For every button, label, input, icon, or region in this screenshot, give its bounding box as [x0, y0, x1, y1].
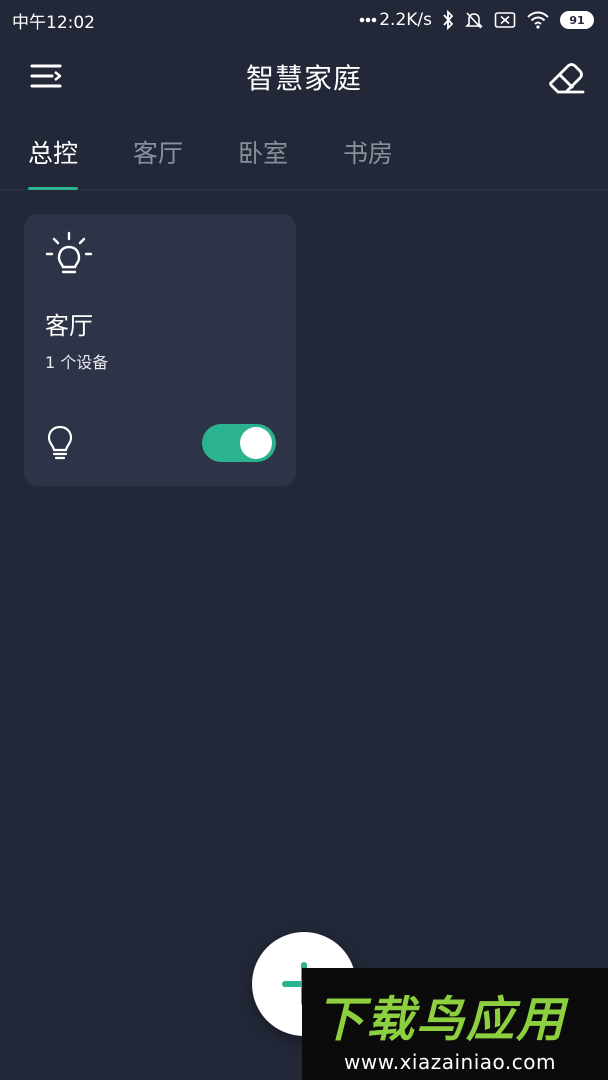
battery-icon: 91 [560, 11, 594, 29]
room-card-living-room[interactable]: 客厅 1 个设备 [24, 214, 296, 486]
tab-living-room[interactable]: 客厅 [133, 124, 183, 190]
tab-all[interactable]: 总控 [28, 124, 79, 190]
page-title: 智慧家庭 [245, 62, 362, 95]
status-time: 中午12:02 [12, 12, 95, 33]
room-name: 客厅 [45, 312, 93, 340]
network-speed: 2.2K/s [379, 10, 432, 30]
clear-button[interactable] [546, 56, 588, 98]
eraser-icon [549, 63, 585, 94]
app-header: 智慧家庭 [0, 48, 608, 106]
menu-button[interactable] [28, 60, 64, 94]
lightbulb-sun-icon [45, 231, 93, 274]
device-count: 1 个设备 [45, 353, 109, 372]
watermark-title: 下载鸟应用 [316, 992, 567, 1048]
status-icons: 2.2K/s 91 [359, 10, 594, 30]
status-bar: 中午12:02 2.2K/s 91 [0, 0, 608, 40]
wifi-icon [526, 11, 550, 29]
lightbulb-icon [47, 425, 73, 460]
bluetooth-icon [442, 10, 454, 30]
tab-study[interactable]: 书房 [343, 124, 393, 190]
tab-bedroom[interactable]: 卧室 [238, 124, 288, 190]
sim-off-icon [494, 11, 516, 29]
bell-muted-icon [464, 10, 484, 30]
light-switch-toggle[interactable] [202, 424, 276, 462]
toggle-knob [240, 427, 272, 459]
dots-icon [359, 17, 377, 23]
room-tabs: 总控 客厅 卧室 书房 [0, 124, 608, 190]
watermark-url: www.xiazainiao.com [344, 1050, 556, 1074]
menu-icon [30, 64, 62, 88]
app-screen: 中午12:02 2.2K/s 91 智慧家庭 总控 客厅 卧室 书房 客厅 1 … [0, 0, 608, 1080]
watermark-banner: 下载鸟应用 www.xiazainiao.com [302, 968, 608, 1080]
